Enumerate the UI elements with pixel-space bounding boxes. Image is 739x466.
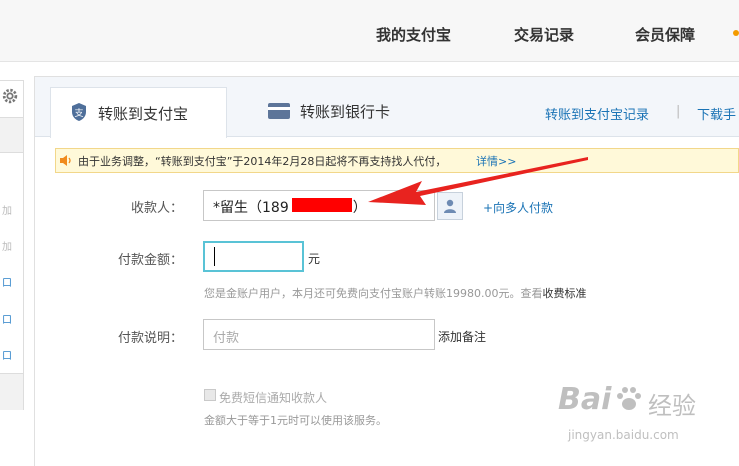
recipient-value-prefix: *留生（189	[213, 200, 289, 216]
tab-transfer-to-bank-label[interactable]: 转账到银行卡	[300, 101, 390, 122]
side-fragment: 加	[2, 242, 12, 253]
recipient-label: 收款人：	[130, 201, 183, 216]
add-note-link[interactable]: 添加备注	[438, 328, 486, 345]
sms-hint: 金额大于等于1元时可以使用该服务。	[204, 414, 387, 427]
text-caret	[214, 247, 215, 266]
sms-notify-label: 免费短信通知收款人	[219, 391, 328, 405]
transfer-records-link[interactable]: 转账到支付宝记录	[545, 104, 649, 123]
baidu-watermark: Bai 经验 jingyan.baidu.com	[548, 378, 739, 466]
gear-icon[interactable]	[1, 87, 19, 105]
nav-my-alipay[interactable]: 我的支付宝	[376, 24, 451, 45]
side-fragment-link[interactable]: 口	[2, 311, 12, 326]
side-fragment: 加	[2, 206, 12, 217]
side-fragment-link[interactable]: 口	[2, 274, 12, 289]
watermark-brand-tail: 经验	[648, 392, 696, 420]
amount-hint-text: 您是金账户用户，本月还可免费向支付宝账户转账19980.00元。查看	[204, 287, 543, 300]
amount-input[interactable]	[203, 241, 304, 272]
bank-card-icon	[268, 103, 290, 119]
svg-text:支: 支	[74, 107, 83, 119]
nav-dot	[733, 30, 739, 36]
fee-standard-link[interactable]: 收费标准	[542, 287, 586, 300]
download-link[interactable]: 下载手	[697, 104, 736, 123]
nav-transactions[interactable]: 交易记录	[514, 24, 574, 45]
watermark-url: jingyan.baidu.com	[568, 428, 679, 442]
redaction-mark	[292, 198, 352, 212]
memo-placeholder: 付款	[213, 331, 240, 346]
top-nav-bar	[0, 0, 739, 62]
side-fragment-link[interactable]: 口	[2, 347, 12, 362]
annotation-arrow	[368, 157, 588, 205]
side-bottom-band	[0, 373, 23, 410]
memo-label: 付款说明：	[117, 331, 183, 346]
amount-label: 付款金额：	[117, 253, 183, 268]
tab-transfer-to-alipay-label[interactable]: 转账到支付宝	[98, 103, 188, 124]
amount-hint: 您是金账户用户，本月还可免费向支付宝账户转账19980.00元。查看收费标准	[204, 285, 586, 301]
watermark-brand: Bai	[558, 382, 612, 417]
speaker-icon	[60, 155, 71, 166]
shield-icon: 支	[72, 103, 86, 121]
sms-notify-checkbox[interactable]	[204, 389, 216, 401]
link-separator: |	[676, 104, 681, 119]
amount-unit: 元	[308, 252, 321, 266]
side-band	[0, 117, 23, 153]
nav-member-protection[interactable]: 会员保障	[635, 24, 695, 45]
paw-icon	[617, 387, 641, 410]
